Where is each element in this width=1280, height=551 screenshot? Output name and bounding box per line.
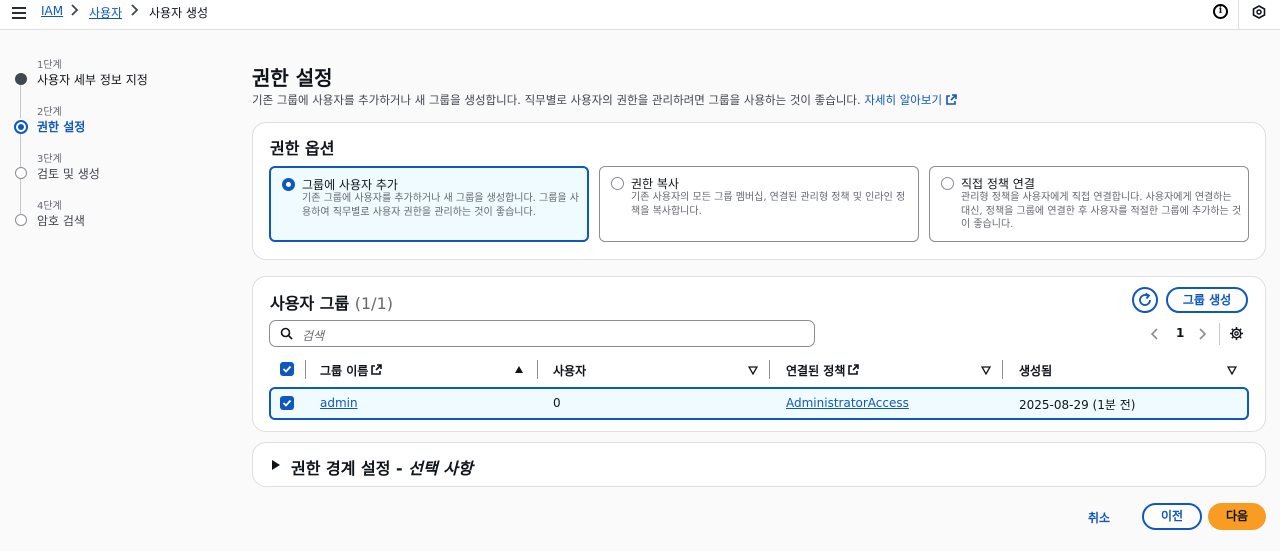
policy-link[interactable]: AdministratorAccess bbox=[786, 396, 909, 410]
refresh-icon bbox=[1139, 292, 1151, 306]
step-label: 2단계 bbox=[37, 107, 62, 118]
description-text: 기존 그룹에 사용자를 추가하거나 새 그룹을 생성합니다. 직무별로 사용자의… bbox=[252, 93, 861, 107]
refresh-button[interactable] bbox=[1132, 287, 1158, 313]
checkmark-icon bbox=[282, 399, 292, 407]
radio-button[interactable] bbox=[611, 177, 624, 190]
search-placeholder: 검색 bbox=[302, 329, 325, 343]
column-header-created[interactable]: 생성됨 bbox=[1019, 362, 1052, 379]
chevron-right-icon bbox=[131, 4, 139, 16]
learn-more-link[interactable]: 자세히 알아보기 bbox=[864, 93, 957, 107]
option-description: 관리형 정책을 사용자에게 직접 연결합니다. 사용자에게 연결하는 대신, 정… bbox=[961, 192, 1242, 230]
sort-icon[interactable] bbox=[748, 365, 758, 375]
external-link-icon bbox=[371, 364, 382, 375]
option-description: 기존 사용자의 모든 그룹 멤버십, 연결된 관리형 정책 및 인라인 정책을 … bbox=[631, 192, 906, 217]
learn-more-text: 자세히 알아보기 bbox=[864, 93, 943, 107]
breadcrumb-current: 사용자 생성 bbox=[149, 6, 209, 20]
step-label: 4단계 bbox=[37, 201, 62, 212]
search-input[interactable]: 검색 bbox=[269, 320, 815, 347]
option-title: 직접 정책 연결 bbox=[961, 177, 1035, 191]
column-separator bbox=[769, 360, 770, 379]
user-groups-title: 사용자 그룹 (1/1) bbox=[270, 290, 393, 314]
column-header-group-name[interactable]: 그룹 이름 bbox=[320, 362, 368, 379]
previous-button[interactable]: 이전 bbox=[1142, 503, 1202, 530]
search-icon bbox=[280, 327, 293, 340]
option-description: 기존 그룹에 사용자를 추가하거나 새 그룹을 생성합니다. 그룹을 사용하여 … bbox=[302, 193, 580, 218]
user-count: 0 bbox=[553, 396, 561, 410]
option-title: 그룹에 사용자 추가 bbox=[302, 178, 398, 192]
chevron-left-icon[interactable] bbox=[1150, 327, 1160, 341]
option-title: 권한 복사 bbox=[631, 177, 679, 191]
chevron-right-icon[interactable] bbox=[1197, 327, 1207, 341]
column-header-users[interactable]: 사용자 bbox=[553, 362, 586, 379]
column-separator bbox=[1002, 360, 1003, 379]
divider bbox=[1219, 323, 1220, 345]
radio-button[interactable] bbox=[941, 177, 954, 190]
step-title: 암호 검색 bbox=[37, 214, 85, 228]
sort-icon[interactable] bbox=[1227, 365, 1237, 375]
option-copy-permissions[interactable]: 권한 복사 기존 사용자의 모든 그룹 멤버십, 연결된 관리형 정책 및 인라… bbox=[599, 166, 919, 242]
external-link-icon bbox=[848, 364, 859, 375]
page-description: 기존 그룹에 사용자를 추가하거나 새 그룹을 생성합니다. 직무별로 사용자의… bbox=[252, 92, 957, 108]
column-separator bbox=[305, 360, 306, 379]
gear-icon[interactable] bbox=[1229, 326, 1244, 341]
step-title[interactable]: 사용자 세부 정보 지정 bbox=[37, 71, 148, 88]
step-pending-icon bbox=[15, 214, 27, 226]
sort-icon[interactable] bbox=[981, 365, 991, 375]
step-title: 권한 설정 bbox=[37, 120, 86, 134]
checkmark-icon bbox=[282, 365, 292, 373]
chevron-right-icon bbox=[71, 4, 79, 16]
breadcrumb-iam-link[interactable]: IAM bbox=[41, 4, 63, 18]
cancel-button[interactable]: 취소 bbox=[1088, 509, 1110, 526]
option-add-to-group[interactable]: 그룹에 사용자 추가 기존 그룹에 사용자를 추가하거나 새 그룹을 생성합니다… bbox=[269, 166, 589, 242]
page-title: 권한 설정 bbox=[252, 66, 333, 90]
column-header-attached-policies[interactable]: 연결된 정책 bbox=[786, 362, 845, 379]
step-connector bbox=[20, 85, 21, 118]
group-name-link[interactable]: admin bbox=[320, 396, 358, 410]
step-connector bbox=[20, 132, 21, 167]
radio-button-selected[interactable] bbox=[282, 178, 295, 191]
step-current-icon bbox=[14, 120, 28, 134]
option-attach-policies[interactable]: 직접 정책 연결 관리형 정책을 사용자에게 직접 연결합니다. 사용자에게 연… bbox=[929, 166, 1249, 242]
step-label: 3단계 bbox=[37, 154, 62, 165]
created-date: 2025-08-29 (1분 전) bbox=[1019, 398, 1136, 412]
sort-ascending-icon[interactable] bbox=[514, 365, 524, 375]
select-all-checkbox[interactable] bbox=[280, 362, 294, 376]
step-completed-icon bbox=[15, 73, 27, 85]
user-groups-title-text: 사용자 그룹 bbox=[270, 294, 350, 313]
column-separator bbox=[537, 360, 538, 379]
step-label: 1단계 bbox=[37, 60, 62, 71]
row-checkbox[interactable] bbox=[280, 396, 294, 410]
permissions-boundary-title[interactable]: 권한 경계 설정 - 선택 사항 bbox=[291, 455, 473, 479]
create-group-button[interactable]: 그룹 생성 bbox=[1166, 287, 1248, 313]
info-icon[interactable]: i bbox=[1213, 4, 1228, 19]
user-groups-count: (1/1) bbox=[354, 294, 393, 313]
boundary-title-optional: 선택 사항 bbox=[408, 459, 473, 478]
external-link-icon bbox=[945, 94, 957, 105]
settings-hexagon-icon[interactable] bbox=[1252, 5, 1266, 19]
caret-right-icon[interactable] bbox=[272, 460, 280, 470]
permission-options-title: 권한 옵션 bbox=[270, 139, 335, 158]
page-number[interactable]: 1 bbox=[1176, 326, 1184, 340]
breadcrumb-users-link[interactable]: 사용자 bbox=[89, 4, 122, 21]
step-pending-icon bbox=[15, 167, 27, 179]
top-navigation-bar: IAM 사용자 사용자 생성 i bbox=[0, 0, 1280, 30]
next-button[interactable]: 다음 bbox=[1208, 503, 1266, 530]
boundary-title-text: 권한 경계 설정 - bbox=[291, 459, 409, 478]
step-title: 검토 및 생성 bbox=[37, 167, 100, 181]
step-connector bbox=[20, 179, 21, 214]
divider bbox=[1238, 0, 1239, 30]
menu-icon[interactable] bbox=[12, 7, 26, 19]
